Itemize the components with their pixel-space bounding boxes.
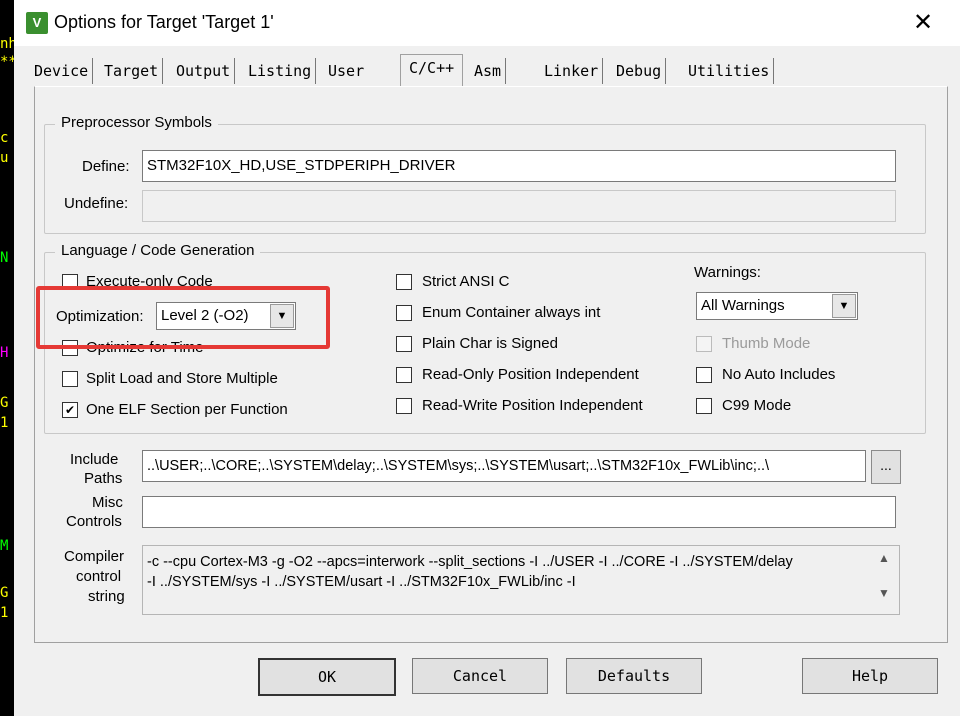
misc-controls-input[interactable] (142, 496, 896, 528)
readwrite-pi-label: Read-Write Position Independent (422, 397, 643, 414)
strict-ansi-label: Strict ANSI C (422, 273, 510, 290)
c99-mode-label: C99 Mode (722, 397, 792, 414)
thumb-mode-label: Thumb Mode (722, 335, 811, 352)
define-input[interactable]: STM32F10X_HD,USE_STDPERIPH_DRIVER (142, 150, 896, 182)
one-elf-checkbox[interactable]: ✔ (62, 402, 78, 418)
strict-ansi-checkbox[interactable] (396, 274, 412, 290)
tab-strip: Device Target Output Listing User C/C++ … (24, 54, 944, 88)
compiler-control-string[interactable]: -c --cpu Cortex-M3 -g -O2 --apcs=interwo… (142, 545, 900, 615)
include-label: Include (70, 451, 119, 468)
warnings-label: Warnings: (694, 264, 761, 281)
tab-asm[interactable]: Asm (470, 58, 507, 84)
no-auto-includes-label: No Auto Includes (722, 366, 836, 383)
compiler-label: Compiler (64, 548, 125, 565)
split-load-checkbox[interactable] (62, 371, 78, 387)
enum-container-checkbox[interactable] (396, 305, 412, 321)
readwrite-pi-checkbox[interactable] (396, 398, 412, 414)
tab-user[interactable]: User (324, 58, 368, 84)
plain-char-checkbox[interactable] (396, 336, 412, 352)
ok-button[interactable]: OK (258, 658, 396, 696)
compiler-line: -I ../SYSTEM/sys -I ../SYSTEM/usart -I .… (147, 574, 576, 590)
scroll-up-icon[interactable]: ▲ (878, 551, 890, 565)
readonly-pi-label: Read-Only Position Independent (422, 366, 639, 383)
misc-label: Misc (92, 494, 123, 511)
tab-utilities[interactable]: Utilities (684, 58, 775, 84)
enum-container-label: Enum Container always int (422, 304, 601, 321)
one-elf-label: One ELF Section per Function (86, 401, 288, 418)
defaults-button[interactable]: Defaults (566, 658, 702, 694)
title-bar: V Options for Target 'Target 1' ✕ (14, 0, 960, 46)
string-label: string (88, 588, 125, 605)
define-label: Define: (82, 158, 130, 175)
scroll-down-icon[interactable]: ▼ (878, 586, 890, 600)
plain-char-label: Plain Char is Signed (422, 335, 558, 352)
tab-listing[interactable]: Listing (244, 58, 317, 84)
controls-label: Controls (66, 513, 122, 530)
tab-output[interactable]: Output (172, 58, 236, 84)
options-dialog: V Options for Target 'Target 1' ✕ Device… (14, 0, 960, 716)
help-button[interactable]: Help (802, 658, 938, 694)
group-title: Language / Code Generation (55, 242, 261, 259)
split-load-label: Split Load and Store Multiple (86, 370, 278, 387)
c99-mode-checkbox[interactable] (696, 398, 712, 414)
tab-device[interactable]: Device (30, 58, 94, 84)
window-title: Options for Target 'Target 1' (54, 12, 274, 32)
readonly-pi-checkbox[interactable] (396, 367, 412, 383)
group-title: Preprocessor Symbols (55, 114, 218, 131)
compiler-line: -c --cpu Cortex-M3 -g -O2 --apcs=interwo… (147, 554, 793, 570)
paths-label: Paths (84, 470, 123, 487)
thumb-mode-checkbox[interactable] (696, 336, 712, 352)
chevron-down-icon[interactable]: ▼ (832, 294, 856, 318)
tab-linker[interactable]: Linker (540, 58, 604, 84)
tab-debug[interactable]: Debug (612, 58, 667, 84)
warnings-value: All Warnings (701, 297, 785, 314)
close-icon[interactable]: ✕ (908, 8, 938, 38)
undefine-input[interactable] (142, 190, 896, 222)
control-label: control (76, 568, 122, 585)
keil-app-icon: V (26, 12, 48, 34)
undefine-label: Undefine: (64, 195, 129, 212)
tab-c-cpp[interactable]: C/C++ (400, 54, 464, 87)
include-paths-input[interactable]: ..\USER;..\CORE;..\SYSTEM\delay;..\SYSTE… (142, 450, 866, 482)
warnings-select[interactable]: All Warnings ▼ (696, 292, 858, 320)
optimization-highlight-box (36, 286, 330, 349)
no-auto-includes-checkbox[interactable] (696, 367, 712, 383)
browse-button[interactable]: ... (871, 450, 901, 484)
cancel-button[interactable]: Cancel (412, 658, 548, 694)
tab-target[interactable]: Target (100, 58, 164, 84)
